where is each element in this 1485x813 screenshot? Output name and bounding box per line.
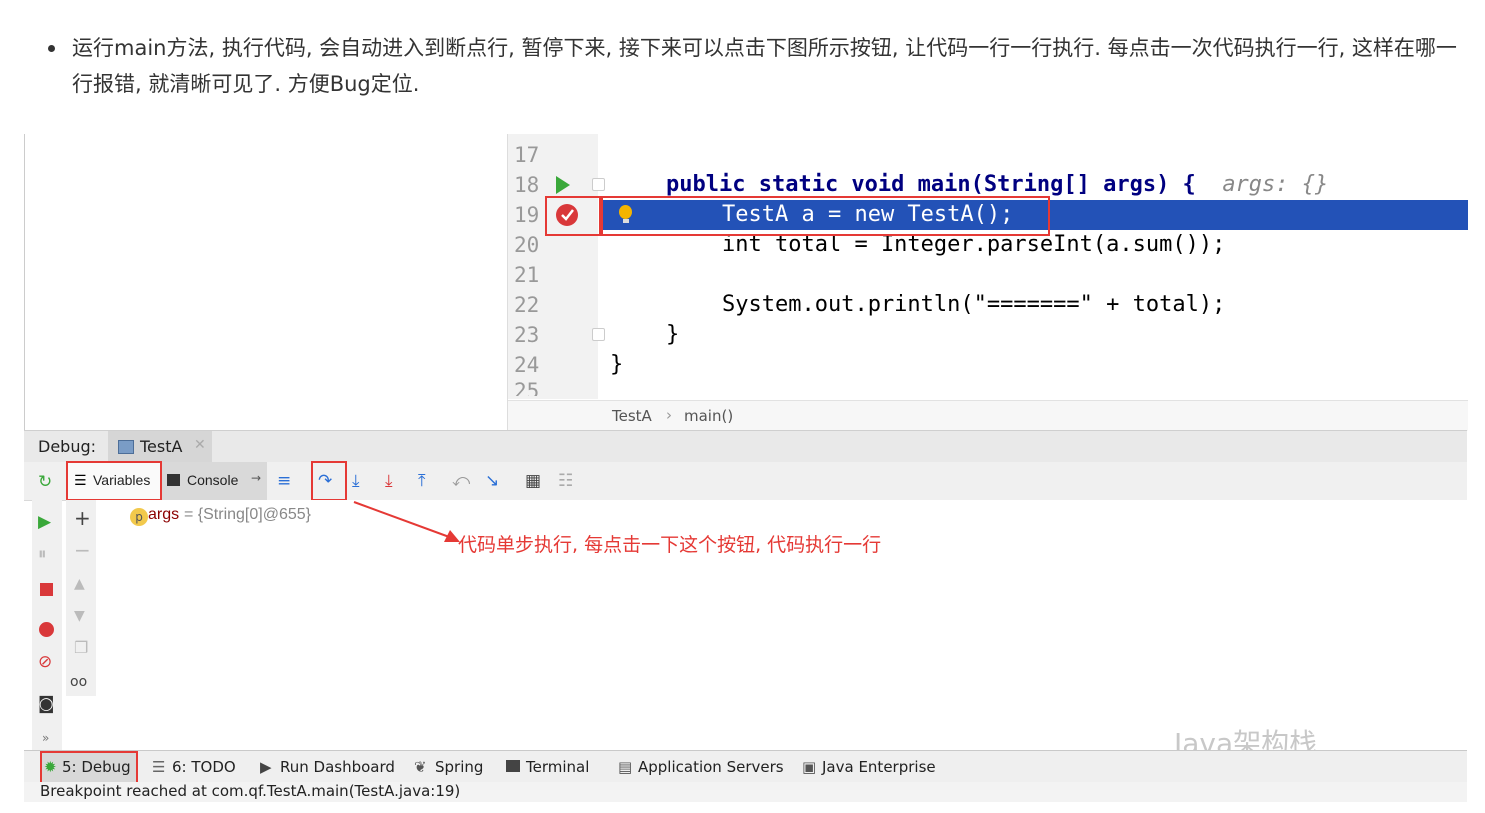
tab-java-enterprise[interactable]: ▣ Java Enterprise	[802, 751, 942, 783]
run-to-cursor-icon[interactable]: ↘	[485, 471, 499, 491]
tab-spring-label: Spring	[435, 758, 484, 776]
tab-todo-label: 6: TODO	[172, 758, 236, 776]
tab-application-servers[interactable]: ▤ Application Servers	[618, 751, 788, 783]
spring-leaf-icon: ❦	[414, 758, 427, 776]
pause-icon[interactable]: ⏸	[38, 544, 47, 564]
trace-icon[interactable]: ☷	[558, 471, 573, 491]
status-bar: Breakpoint reached at com.qf.TestA.main(…	[24, 782, 1467, 802]
highlight-box-breakpoint	[545, 196, 601, 236]
drop-frame-icon[interactable]: ⤺	[452, 471, 470, 491]
line-number: 25	[514, 379, 540, 396]
session-tab-label: TestA	[140, 437, 183, 456]
inline-debug-hint: args: {}	[1222, 172, 1329, 197]
tab-terminal[interactable]: Terminal	[506, 751, 596, 783]
intro-text: 运行main方法, 执行代码, 会自动进入到断点行, 暂停下来, 接下来可以点击…	[72, 36, 1457, 96]
move-down-icon[interactable]: ▼	[74, 606, 85, 626]
stop-icon[interactable]	[40, 583, 53, 596]
show-execution-point-icon[interactable]: ≡	[277, 471, 291, 491]
variable-value: = {String[0]@655}	[184, 506, 311, 523]
view-breakpoints-icon[interactable]	[39, 622, 54, 637]
remove-icon[interactable]: −	[74, 540, 91, 560]
variables-action-strip: + − ▲ ▼ ❐ oo	[66, 500, 96, 696]
code-line-23: }	[666, 322, 680, 347]
code-line-22: System.out.println("=======" + total);	[722, 292, 1226, 317]
tab-console[interactable]: Console →	[161, 462, 267, 500]
breadcrumb: TestA › main()	[508, 400, 1468, 431]
debug-label: Debug:	[38, 437, 97, 456]
debug-toolbar: ↻ ☰ Variables Console → ≡ ↷ ⤓ ⤓ ⤒ ⤺ ↘ ▦ …	[24, 461, 1467, 502]
move-up-icon[interactable]: ▲	[74, 574, 85, 594]
step-out-icon[interactable]: ⤒	[418, 471, 426, 491]
breadcrumb-class[interactable]: TestA	[612, 407, 652, 425]
copy-icon[interactable]: ❐	[74, 638, 88, 658]
mute-breakpoints-icon[interactable]: ⊘	[38, 652, 52, 672]
tab-terminal-label: Terminal	[526, 758, 590, 776]
tab-application-servers-label: Application Servers	[638, 758, 784, 776]
watches-glasses-icon[interactable]: oo	[70, 672, 87, 692]
code-editor: 17 18 19 20 21 22 23 24 25 public static…	[507, 134, 1468, 431]
code-main-sig: public static void main(String[] args) {	[666, 172, 1196, 197]
run-config-icon	[118, 440, 134, 454]
breadcrumb-separator: ›	[666, 406, 672, 424]
line-number: 17	[514, 143, 540, 167]
resume-icon[interactable]: ▶	[38, 512, 51, 532]
highlight-box-step-over	[311, 461, 347, 501]
tab-run-dashboard-label: Run Dashboard	[280, 758, 395, 776]
debug-action-strip: ▶ ⏸ ⊘ ◙ »	[32, 500, 62, 750]
run-gutter-icon[interactable]	[556, 176, 570, 194]
annotation-text: 代码单步执行, 每点击一下这个按钮, 代码执行一行	[458, 534, 882, 556]
annotation-arrow	[353, 501, 460, 542]
tab-todo[interactable]: ☰ 6: TODO	[152, 751, 242, 783]
add-icon[interactable]: +	[74, 508, 91, 528]
variable-name[interactable]: args	[148, 506, 179, 524]
tab-java-enterprise-label: Java Enterprise	[822, 758, 936, 776]
highlight-box-variables-tab	[66, 461, 162, 501]
terminal-icon	[506, 760, 520, 772]
code-line-24: }	[610, 352, 624, 377]
tool-window-bar: ✹ 5: Debug ☰ 6: TODO ▶ Run Dashboard ❦ S…	[24, 750, 1467, 785]
debug-header: Debug: TestA ✕	[24, 430, 1467, 464]
line-number: 23	[514, 323, 540, 347]
variables-panel: p args = {String[0]@655} 代码单步执行, 每点击一下这个…	[96, 500, 1467, 760]
tab-console-label: Console	[187, 472, 239, 488]
project-pane	[24, 134, 508, 430]
ide-screenshot: 17 18 19 20 21 22 23 24 25 public static…	[24, 134, 1468, 802]
status-text: Breakpoint reached at com.qf.TestA.main(…	[40, 782, 461, 800]
tab-run-dashboard[interactable]: ▶ Run Dashboard	[260, 751, 400, 783]
tab-spring[interactable]: ❦ Spring	[414, 751, 494, 783]
console-icon	[167, 474, 180, 486]
fold-icon[interactable]	[592, 328, 605, 341]
line-number: 21	[514, 263, 540, 287]
java-enterprise-icon: ▣	[802, 758, 817, 776]
camera-icon[interactable]: ◙	[38, 694, 55, 714]
parameter-icon: p	[130, 508, 148, 526]
todo-icon: ☰	[152, 758, 166, 776]
fold-icon[interactable]	[592, 178, 605, 191]
bullet-dot	[48, 45, 55, 52]
line-number: 22	[514, 293, 540, 317]
highlight-box-current-line	[601, 196, 1050, 236]
intro-paragraph: 运行main方法, 执行代码, 会自动进入到断点行, 暂停下来, 接下来可以点击…	[48, 30, 1458, 102]
server-icon: ▤	[618, 758, 633, 776]
close-icon[interactable]: ✕	[194, 437, 206, 453]
rerun-icon[interactable]: ↻	[38, 472, 52, 492]
step-into-icon[interactable]: ⤓	[352, 471, 360, 491]
highlight-box-debug-tab	[40, 751, 138, 785]
breadcrumb-method[interactable]: main()	[684, 407, 733, 425]
force-step-into-icon[interactable]: ⤓	[385, 471, 393, 491]
more-icon[interactable]: »	[42, 728, 49, 748]
evaluate-expression-icon[interactable]: ▦	[525, 471, 541, 491]
pin-icon[interactable]: →	[251, 471, 261, 485]
debug-session-tab[interactable]: TestA ✕	[108, 431, 212, 463]
play-icon: ▶	[260, 758, 272, 776]
